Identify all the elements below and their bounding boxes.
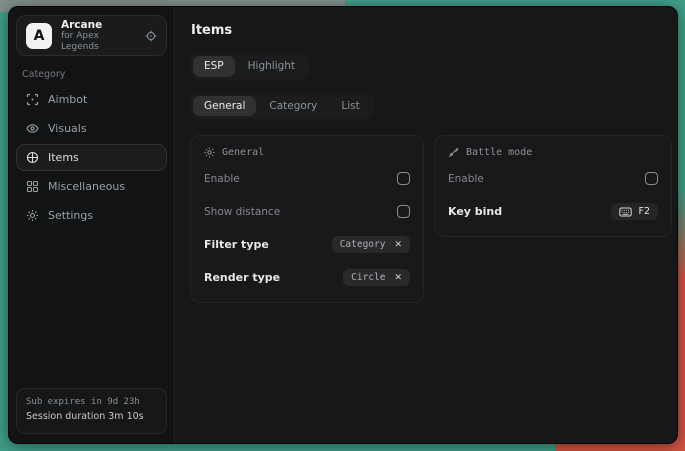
- grid-icon: [26, 180, 39, 193]
- brand-card: A Arcane for Apex Legends: [16, 15, 167, 56]
- setting-label: Show distance: [204, 206, 280, 218]
- panel-title-text: General: [222, 147, 264, 158]
- setting-row: Show distance: [204, 199, 410, 224]
- clear-icon[interactable]: ✕: [394, 273, 402, 283]
- panel-title-text: Battle mode: [466, 147, 532, 158]
- session-duration-text: Session duration 3m 10s: [26, 410, 157, 425]
- app-logo: A: [26, 23, 52, 49]
- page-title: Items: [191, 23, 672, 38]
- setting-label: Key bind: [448, 205, 502, 218]
- sidebar-item-aimbot[interactable]: Aimbot: [16, 86, 167, 113]
- setting-label: Enable: [204, 173, 240, 185]
- mode-tabbar: ESP Highlight: [190, 53, 309, 80]
- sidebar-item-label: Aimbot: [48, 93, 87, 106]
- target-icon[interactable]: [145, 30, 157, 42]
- show-distance-checkbox[interactable]: [397, 205, 410, 218]
- setting-row: Key bind F2: [448, 199, 658, 224]
- panel-general: General Enable Show distance Filter type…: [190, 135, 424, 303]
- render-type-select[interactable]: Circle ✕: [343, 269, 410, 286]
- app-title: Arcane: [61, 19, 136, 31]
- eye-icon: [26, 122, 39, 135]
- sword-icon: [448, 147, 459, 158]
- selected-value: Circle: [351, 272, 385, 283]
- sub-expires-text: Sub expires in 9d 23h: [26, 396, 157, 410]
- app-subtitle: for Apex Legends: [61, 31, 136, 52]
- selected-value: Category: [340, 239, 386, 250]
- setting-row: Enable: [204, 166, 410, 191]
- view-tabbar: General Category List: [190, 93, 374, 120]
- gear-icon: [26, 209, 39, 222]
- sidebar-item-miscellaneous[interactable]: Miscellaneous: [16, 173, 167, 200]
- clear-icon[interactable]: ✕: [394, 240, 402, 250]
- tab-highlight[interactable]: Highlight: [237, 56, 306, 77]
- keyboard-icon: [619, 207, 632, 217]
- setting-row: Filter type Category ✕: [204, 232, 410, 257]
- filter-type-select[interactable]: Category ✕: [332, 236, 410, 253]
- tab-general[interactable]: General: [193, 96, 256, 117]
- sidebar-item-visuals[interactable]: Visuals: [16, 115, 167, 142]
- keybind-value: F2: [638, 206, 650, 217]
- panel-battle-mode: Battle mode Enable Key bind: [434, 135, 672, 237]
- subscription-info-card: Sub expires in 9d 23h Session duration 3…: [16, 388, 167, 434]
- sidebar: A Arcane for Apex Legends Category: [9, 7, 175, 443]
- tab-esp[interactable]: ESP: [193, 56, 235, 77]
- sidebar-nav: Aimbot Visuals Items: [16, 86, 167, 229]
- tab-list[interactable]: List: [330, 96, 370, 117]
- sidebar-item-label: Settings: [48, 209, 93, 222]
- sidebar-section-label: Category: [22, 69, 161, 80]
- keybind-button[interactable]: F2: [611, 203, 658, 220]
- sidebar-item-label: Visuals: [48, 122, 87, 135]
- main-content: Items ESP Highlight General Category Lis…: [175, 7, 678, 443]
- crosshair-icon: [26, 93, 39, 106]
- tab-category[interactable]: Category: [258, 96, 328, 117]
- setting-row: Render type Circle ✕: [204, 265, 410, 290]
- setting-label: Filter type: [204, 238, 269, 251]
- package-icon: [26, 151, 39, 164]
- sidebar-item-settings[interactable]: Settings: [16, 202, 167, 229]
- setting-row: Enable: [448, 166, 658, 191]
- sidebar-item-label: Items: [48, 151, 79, 164]
- app-window: A Arcane for Apex Legends Category: [8, 6, 678, 444]
- sidebar-item-label: Miscellaneous: [48, 180, 125, 193]
- enable-checkbox[interactable]: [397, 172, 410, 185]
- setting-label: Enable: [448, 173, 484, 185]
- setting-label: Render type: [204, 271, 280, 284]
- battle-enable-checkbox[interactable]: [645, 172, 658, 185]
- sun-icon: [204, 147, 215, 158]
- sidebar-item-items[interactable]: Items: [16, 144, 167, 171]
